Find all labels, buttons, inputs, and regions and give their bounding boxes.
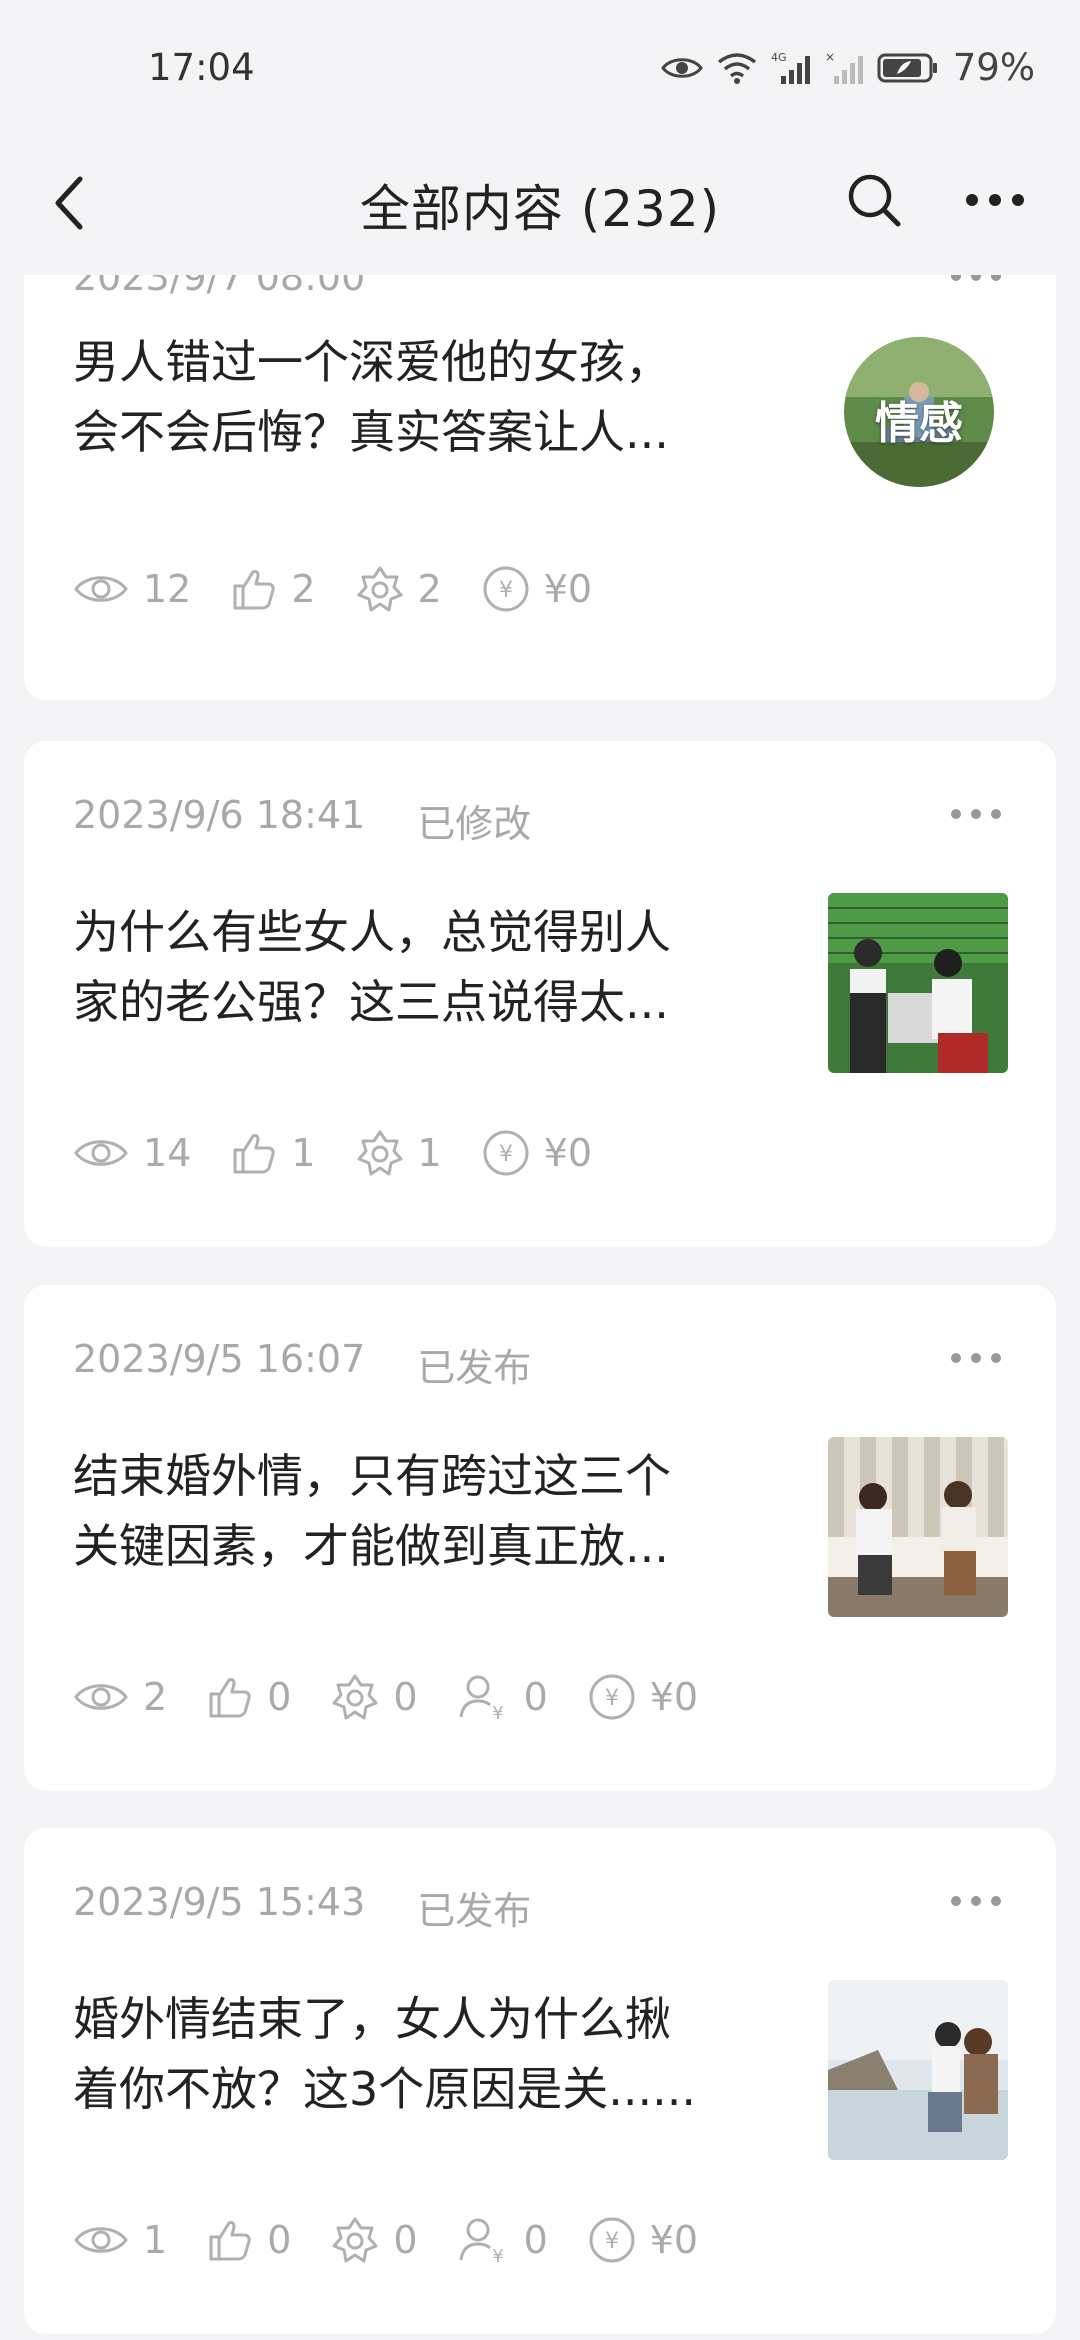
card-title: 结束婚外情，只有跨过这三个 关键因素，才能做到真正放... (73, 1449, 671, 1573)
eye-icon (74, 1140, 128, 1166)
stat-earnings: ¥ ¥0 (482, 1129, 592, 1177)
card-date: 2023/9/6 18:41 (73, 793, 366, 837)
signal-no-service-icon: × (825, 50, 863, 84)
eye-icon (74, 1684, 128, 1710)
svg-text:¥: ¥ (605, 2229, 619, 2254)
eye-icon (74, 2227, 128, 2253)
thumbs-up-icon (233, 570, 276, 610)
status-bar: 17:04 4G × 79% (0, 0, 1080, 135)
stat-likes: 2 (231, 566, 316, 612)
card-date: 2023/9/5 15:43 (73, 1880, 366, 1924)
sad-couple-sofa-image (828, 1437, 1008, 1617)
stat-views: 2 (73, 1675, 167, 1719)
stat-views: 12 (73, 567, 191, 611)
stat-shares: 1 (356, 1129, 442, 1177)
yuan-coin-icon: ¥ (589, 1674, 635, 1720)
chevron-left-icon (55, 176, 83, 230)
list-item[interactable]: 2023/9/7 08:00 男人错过一个深爱他的女孩， 会不会后悔？真实答案让… (24, 275, 1056, 700)
stat-likes: 1 (231, 1130, 316, 1176)
card-thumbnail[interactable]: 情感 (844, 337, 994, 487)
card-title: 为什么有些女人，总觉得别人 家的老公强？这三点说得太... (73, 905, 671, 1029)
stat-fans: ¥ 0 (458, 2216, 548, 2264)
card-more-button[interactable] (951, 809, 1001, 819)
card-meta: 2023/9/5 15:43 已发布 (73, 1880, 531, 1935)
thumbs-up-icon (233, 1134, 276, 1174)
eye-icon (74, 576, 128, 602)
stat-earnings: ¥ ¥0 (588, 1673, 698, 1721)
thumbs-up-icon (209, 2221, 251, 2261)
card-stats: 2 0 0 ¥ 0 ¥ ¥0 (73, 1673, 738, 1721)
battery-icon (877, 53, 937, 82)
stat-likes: 0 (207, 1674, 291, 1720)
card-date: 2023/9/7 08:00 (73, 275, 366, 299)
list-item[interactable]: 2023/9/5 16:07 已发布 结束婚外情，只有跨过这三个 关键因素，才能… (24, 1285, 1056, 1791)
share-star-icon (357, 566, 403, 612)
stat-views: 1 (73, 2218, 167, 2262)
card-status: 已发布 (417, 1889, 532, 1933)
card-stats: 14 1 1 ¥ ¥0 (73, 1129, 632, 1177)
nav-bar: 全部内容 (232) (0, 135, 1080, 275)
office-couple-image (828, 893, 1008, 1073)
stat-likes: 0 (207, 2217, 291, 2263)
svg-text:×: × (825, 50, 835, 64)
eye-icon (660, 57, 703, 78)
list-item[interactable]: 2023/9/6 18:41 已修改 为什么有些女人，总觉得别人 家的老公强？这… (24, 741, 1056, 1247)
card-more-button[interactable] (951, 275, 1001, 281)
list-item[interactable]: 2023/9/5 15:43 已发布 婚外情结束了，女人为什么揪 着你不放？这3… (24, 1828, 1056, 2334)
card-more-button[interactable] (951, 1353, 1001, 1363)
svg-text:¥: ¥ (499, 1142, 513, 1167)
card-more-button[interactable] (951, 1896, 1001, 1906)
yuan-coin-icon: ¥ (483, 1130, 529, 1176)
yuan-coin-icon: ¥ (483, 566, 529, 612)
card-stats: 1 0 0 ¥ 0 ¥ ¥0 (73, 2216, 738, 2264)
content-list[interactable]: 2023/9/7 08:00 男人错过一个深爱他的女孩， 会不会后悔？真实答案让… (0, 275, 1080, 2340)
couple-seaside-image (828, 1980, 1008, 2160)
thumbs-up-icon (209, 1678, 251, 1718)
status-time: 17:04 (148, 46, 255, 89)
card-title: 男人错过一个深爱他的女孩， 会不会后悔？真实答案让人... (73, 335, 671, 459)
card-thumbnail[interactable] (828, 1980, 1008, 2160)
card-status: 已发布 (417, 1346, 532, 1390)
svg-text:¥: ¥ (499, 578, 513, 603)
share-star-icon (332, 2217, 378, 2263)
card-title: 婚外情结束了，女人为什么揪 着你不放？这3个原因是关...... (73, 1992, 696, 2116)
more-horizontal-icon (966, 194, 1024, 206)
card-date: 2023/9/5 16:07 (73, 1337, 366, 1381)
share-star-icon (332, 1674, 378, 1720)
stat-fans: ¥ 0 (458, 1673, 548, 1721)
back-button[interactable] (52, 163, 112, 243)
stat-shares: 2 (356, 565, 442, 613)
card-meta: 2023/9/5 16:07 已发布 (73, 1337, 531, 1392)
share-star-icon (357, 1130, 403, 1176)
user-yuan-icon: ¥ (459, 1675, 503, 1721)
page-title: 全部内容 (232) (359, 180, 721, 238)
card-status: 已修改 (417, 802, 532, 846)
signal-4g-icon: 4G (771, 51, 810, 84)
battery-percent: 79% (952, 46, 1035, 89)
svg-text:¥: ¥ (492, 1703, 503, 1721)
stat-earnings: ¥ ¥0 (588, 2216, 698, 2264)
card-meta: 2023/9/7 08:00 (73, 275, 417, 299)
stat-earnings: ¥ ¥0 (482, 565, 592, 613)
user-yuan-icon: ¥ (459, 2218, 503, 2264)
yuan-coin-icon: ¥ (589, 2217, 635, 2263)
svg-text:4G: 4G (771, 51, 787, 64)
svg-text:¥: ¥ (605, 1686, 619, 1711)
svg-text:¥: ¥ (492, 2246, 503, 2264)
wifi-icon (717, 52, 756, 84)
stat-shares: 0 (331, 2216, 418, 2264)
more-options-button[interactable] (965, 160, 1030, 240)
stat-shares: 0 (331, 1673, 418, 1721)
stat-views: 14 (73, 1131, 191, 1175)
card-meta: 2023/9/6 18:41 已修改 (73, 793, 531, 848)
card-thumbnail[interactable] (828, 893, 1008, 1073)
card-thumbnail[interactable] (828, 1437, 1008, 1617)
search-icon (848, 174, 901, 227)
search-button[interactable] (846, 160, 906, 240)
thumbnail-label: 情感 (875, 398, 963, 449)
card-stats: 12 2 2 ¥ ¥0 (73, 565, 632, 613)
status-icons: 4G × 79% (660, 46, 1035, 89)
